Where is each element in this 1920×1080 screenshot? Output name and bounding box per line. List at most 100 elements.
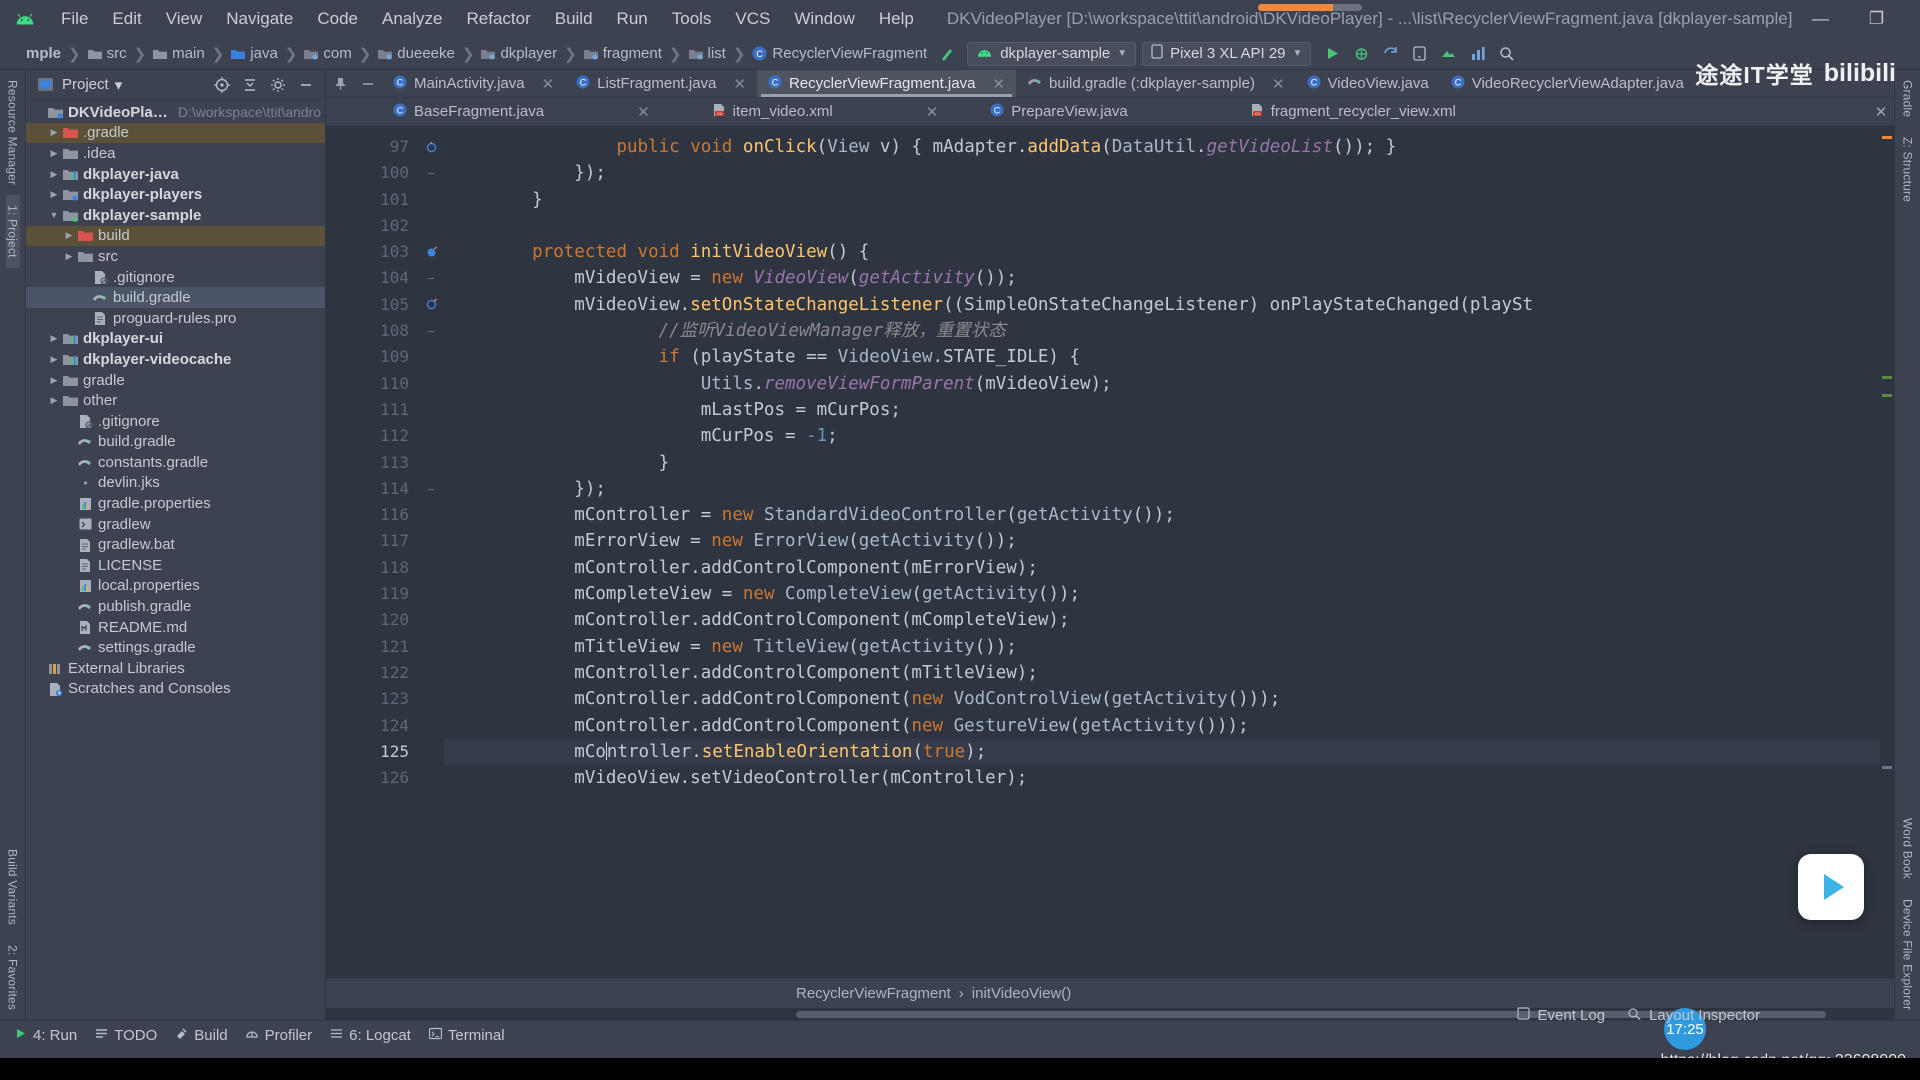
event-log-label[interactable]: Event Log: [1538, 1007, 1606, 1024]
crumb-list[interactable]: list: [688, 45, 726, 62]
fold-marker[interactable]: −: [418, 265, 444, 291]
line-number[interactable]: 116: [326, 502, 418, 528]
code-text[interactable]: public void onClick(View v) { mAdapter.a…: [444, 126, 1894, 978]
code-line[interactable]: [444, 213, 1894, 239]
collapse-arrow-icon[interactable]: ▶: [47, 127, 61, 138]
tree-node[interactable]: build.gradle: [26, 287, 325, 308]
line-number[interactable]: 101: [326, 187, 418, 213]
tab-recyclerviewfragment[interactable]: C RecyclerViewFragment.java ✕: [756, 70, 1017, 97]
tab-fragment-recycler-view-xml[interactable]: <> fragment_recycler_view.xml: [1239, 98, 1467, 125]
tab-mainactivity[interactable]: C MainActivity.java ✕: [382, 70, 565, 97]
chevron-down-icon[interactable]: ▾: [115, 76, 123, 94]
crumb-dkplayer[interactable]: dkplayer: [481, 45, 557, 62]
profiler-icon[interactable]: [1464, 41, 1490, 67]
search-everywhere-icon[interactable]: [1493, 41, 1519, 67]
code-line[interactable]: mController.addControlComponent(mErrorVi…: [444, 555, 1894, 581]
right-tool-rail[interactable]: Gradle Z: Structure Word Book Device Fil…: [1894, 70, 1920, 1020]
rail-word-book[interactable]: Word Book: [1901, 808, 1915, 889]
code-line[interactable]: mLastPos = mCurPos;: [444, 397, 1894, 423]
fold-marker[interactable]: [418, 344, 444, 370]
toolwindow-terminal[interactable]: Terminal: [428, 1027, 505, 1044]
tree-node[interactable]: proguard-rules.pro: [26, 308, 325, 329]
tree-node[interactable]: External Libraries: [26, 658, 325, 679]
fold-marker[interactable]: [418, 765, 444, 791]
rail-structure[interactable]: Z: Structure: [1901, 127, 1915, 212]
menu-help[interactable]: Help: [868, 6, 925, 32]
fold-marker[interactable]: [418, 634, 444, 660]
menu-tools[interactable]: Tools: [661, 6, 723, 32]
fold-marker[interactable]: [418, 397, 444, 423]
pin-tab-icon[interactable]: [326, 70, 354, 97]
tab-prepareview[interactable]: C PrepareView.java: [979, 98, 1138, 125]
crumb-dueeeke[interactable]: dueeeke: [378, 45, 455, 62]
line-number[interactable]: 118: [326, 555, 418, 581]
code-line[interactable]: mErrorView = new ErrorView(getActivity()…: [444, 528, 1894, 554]
fold-marker[interactable]: [418, 502, 444, 528]
menu-navigate[interactable]: Navigate: [215, 6, 304, 32]
breadcrumb-method[interactable]: initVideoView(): [972, 985, 1072, 1002]
menu-analyze[interactable]: Analyze: [371, 6, 453, 32]
rail-gradle[interactable]: Gradle: [1901, 70, 1915, 127]
tree-node[interactable]: ▶ dkplayer-players: [26, 184, 325, 205]
code-line[interactable]: });: [444, 160, 1894, 186]
layout-inspector-label[interactable]: Layout Inspector: [1649, 1007, 1760, 1024]
device-selector[interactable]: Pixel 3 XL API 29 ▼: [1142, 41, 1312, 66]
code-line[interactable]: mTitleView = new TitleView(getActivity()…: [444, 634, 1894, 660]
expand-arrow-icon[interactable]: ▼: [47, 210, 61, 220]
code-line[interactable]: mVideoView.setOnStateChangeListener((Sim…: [444, 292, 1894, 318]
fold-marker[interactable]: [418, 187, 444, 213]
tree-node[interactable]: gradle.properties: [26, 493, 325, 514]
line-number[interactable]: 113: [326, 450, 418, 476]
code-editor[interactable]: 97 100 101 102 103 104 105 108 109 110 111 112 113 11…: [326, 126, 1894, 978]
fold-marker[interactable]: [418, 739, 444, 765]
crumb-class[interactable]: C RecyclerViewFragment: [752, 45, 927, 62]
tab-item-video-xml[interactable]: <> item_video.xml ✕: [701, 98, 950, 125]
fold-marker[interactable]: [418, 423, 444, 449]
collapse-arrow-icon[interactable]: ▶: [62, 230, 76, 241]
tree-node[interactable]: ▶ dkplayer-videocache: [26, 349, 325, 370]
line-number[interactable]: 121: [326, 634, 418, 660]
line-number[interactable]: 100: [326, 160, 418, 186]
close-icon[interactable]: ✕: [926, 103, 939, 121]
code-line[interactable]: }: [444, 187, 1894, 213]
run-gutter-icon[interactable]: [418, 292, 444, 318]
line-number[interactable]: 117: [326, 528, 418, 554]
line-number[interactable]: 125: [326, 739, 418, 765]
close-button[interactable]: ✕: [1904, 0, 1920, 38]
fold-marker[interactable]: [418, 607, 444, 633]
locate-icon[interactable]: [211, 74, 233, 96]
editor-tab-row-2[interactable]: C BaseFragment.java ✕ <> item_video.xml …: [326, 98, 1894, 126]
line-number[interactable]: 111: [326, 397, 418, 423]
fold-marker[interactable]: [418, 581, 444, 607]
breadcrumb[interactable]: mple ❯ src ❯ main ❯ java ❯ com ❯ dueeeke…: [26, 45, 927, 63]
tree-node[interactable]: build.gradle: [26, 432, 325, 453]
run-configuration-selector[interactable]: dkplayer-sample ▼: [967, 41, 1137, 66]
code-line[interactable]: mController.addControlComponent(new Gest…: [444, 713, 1894, 739]
fold-marker[interactable]: [418, 213, 444, 239]
crumb-src[interactable]: src: [87, 45, 127, 62]
fold-marker[interactable]: [418, 555, 444, 581]
rail-project[interactable]: 1: Project: [5, 195, 20, 268]
menu-refactor[interactable]: Refactor: [455, 6, 541, 32]
code-line[interactable]: if (playState == VideoView.STATE_IDLE) {: [444, 344, 1894, 370]
run-icon[interactable]: [1319, 41, 1345, 67]
line-number[interactable]: 123: [326, 686, 418, 712]
line-number[interactable]: 108: [326, 318, 418, 344]
collapse-all-icon[interactable]: [239, 74, 261, 96]
tree-node[interactable]: ▶ .idea: [26, 143, 325, 164]
code-line[interactable]: public void onClick(View v) { mAdapter.a…: [444, 134, 1894, 160]
collapse-arrow-icon[interactable]: ▶: [47, 333, 61, 344]
toolwindow-logcat[interactable]: 6: Logcat: [330, 1027, 411, 1044]
tree-node[interactable]: .gitignore: [26, 267, 325, 288]
line-number[interactable]: 124: [326, 713, 418, 739]
tree-node[interactable]: Scratches and Consoles: [26, 679, 325, 700]
fold-marker[interactable]: [418, 713, 444, 739]
tree-node[interactable]: ▶ dkplayer-java: [26, 164, 325, 185]
tree-node[interactable]: ▶ .gradle: [26, 122, 325, 144]
status-right-group[interactable]: Event Log Layout Inspector: [1516, 1007, 1760, 1024]
minimize-button[interactable]: —: [1792, 0, 1848, 38]
code-line[interactable]: Utils.removeViewFormParent(mVideoView);: [444, 371, 1894, 397]
toolwindow-profiler[interactable]: Profiler: [245, 1027, 312, 1044]
tab-videoview[interactable]: C VideoView.java: [1296, 70, 1440, 97]
line-number[interactable]: 110: [326, 371, 418, 397]
